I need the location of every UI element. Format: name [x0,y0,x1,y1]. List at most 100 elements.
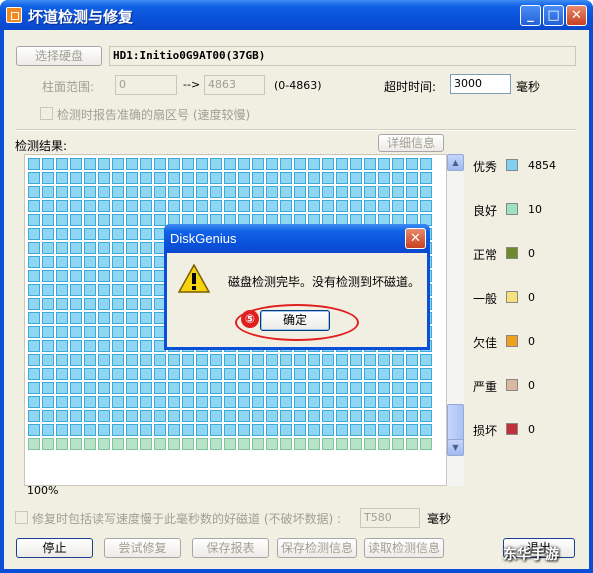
repair-threshold-input[interactable]: T580 [360,508,420,528]
sector-cell [28,396,40,408]
save-report-button[interactable]: 保存报表 [192,538,269,558]
accurate-sector-checkbox[interactable] [40,107,53,120]
sector-cell [420,172,432,184]
sector-cell [154,186,166,198]
sector-cell [294,158,306,170]
read-info-button[interactable]: 读取检测信息 [364,538,444,558]
sector-cell [406,354,418,366]
maximize-button[interactable]: □ [543,5,564,26]
sector-cell [84,298,96,310]
sector-cell [56,186,68,198]
legend-label: 一般 [473,292,498,306]
ok-button[interactable]: 确定 [260,310,330,331]
sector-cell [28,424,40,436]
sector-cell [420,200,432,212]
sector-cell [154,382,166,394]
sector-cell [350,158,362,170]
scroll-down-button[interactable]: ▼ [447,439,464,456]
dialog-title-bar[interactable]: DiskGenius ✕ [164,224,430,253]
sector-cell [28,438,40,450]
sector-cell [98,382,110,394]
sector-cell [28,298,40,310]
sector-cell [196,382,208,394]
try-repair-button[interactable]: 尝试修复 [104,538,181,558]
sector-cell [224,382,236,394]
sector-cell [154,424,166,436]
sector-cell [28,410,40,422]
sector-cell [42,172,54,184]
select-disk-button[interactable]: 选择硬盘 [16,46,102,66]
sector-cell [252,354,264,366]
scroll-up-button[interactable]: ▲ [447,154,464,171]
sector-cell [168,158,180,170]
range-start-input[interactable]: 0 [115,75,177,95]
sector-cell [238,158,250,170]
sector-cell [126,228,138,240]
minimize-button[interactable]: _ [520,5,541,26]
sector-cell [84,200,96,212]
close-button[interactable]: ✕ [566,5,587,26]
sector-cell [182,186,194,198]
sector-cell [252,186,264,198]
sector-cell [196,158,208,170]
sector-cell [168,396,180,408]
sector-cell [112,438,124,450]
sector-cell [42,424,54,436]
sector-cell [420,396,432,408]
sector-cell [42,200,54,212]
timeout-label: 超时时间: [384,80,437,94]
sector-cell [42,214,54,226]
legend-swatch [506,159,518,171]
sector-cell [336,438,348,450]
sector-cell [140,354,152,366]
sector-cell [210,172,222,184]
sector-cell [280,396,292,408]
sector-cell [252,424,264,436]
sector-cell [28,158,40,170]
sector-cell [420,410,432,422]
sector-cell [126,172,138,184]
sector-cell [252,438,264,450]
sector-cell [70,214,82,226]
repair-slow-tracks-checkbox[interactable] [15,511,28,524]
sector-cell [378,410,390,422]
sector-cell [70,158,82,170]
sector-cell [42,298,54,310]
detail-info-button[interactable]: 详细信息 [378,134,444,152]
dialog-close-button[interactable]: ✕ [405,228,426,249]
sector-cell [182,158,194,170]
sector-cell [140,256,152,268]
sector-cell [126,270,138,282]
legend-label: 欠佳 [473,336,498,350]
sector-cell [224,410,236,422]
window-title: 坏道检测与修复 [28,8,134,26]
sector-cell [196,410,208,422]
sector-cell [126,326,138,338]
sector-cell [112,214,124,226]
sector-cell [70,298,82,310]
range-hint: (0-4863) [274,79,322,92]
sector-cell [364,200,376,212]
sector-cell [42,396,54,408]
sector-cell [112,312,124,324]
title-bar[interactable]: 坏道检测与修复 _ □ ✕ [0,0,593,30]
sector-cell [56,242,68,254]
watermark: 东华手游 [503,547,559,563]
sector-cell [42,354,54,366]
sector-cell [266,424,278,436]
sector-cell [350,410,362,422]
sector-cell [42,242,54,254]
stop-button[interactable]: 停止 [16,538,93,558]
sector-cell [112,298,124,310]
sector-map-scrollbar[interactable]: ▲ ▼ [447,154,464,486]
sector-cell [210,186,222,198]
sector-cell [308,354,320,366]
save-info-button[interactable]: 保存检测信息 [277,538,357,558]
sector-cell [294,368,306,380]
timeout-input[interactable]: 3000 [450,74,511,94]
sector-cell [70,242,82,254]
sector-cell [56,228,68,240]
sector-cell [182,438,194,450]
sector-cell [252,396,264,408]
range-end-input[interactable]: 4863 [204,75,265,95]
